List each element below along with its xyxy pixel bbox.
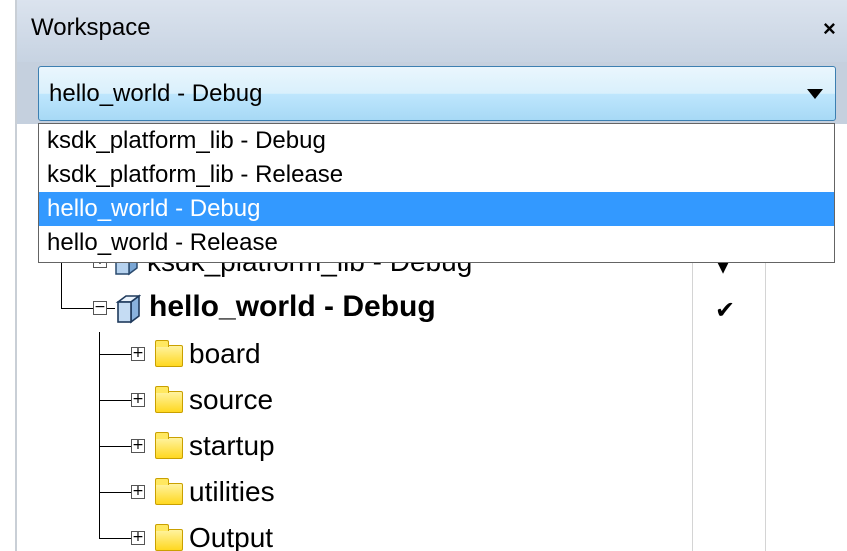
configuration-dropdown[interactable]: hello_world - Debug (38, 66, 836, 121)
tree-row-folder[interactable]: + board (17, 332, 847, 378)
tree-connector (99, 332, 100, 378)
expand-icon[interactable]: + (131, 438, 145, 453)
tree-connector (61, 288, 62, 308)
tree-row-folder[interactable]: + source (17, 378, 847, 424)
dropdown-option[interactable]: hello_world - Release (39, 226, 834, 260)
tree-row-hello-world[interactable]: − hello_world - Debug ✔ (17, 288, 847, 336)
folder-icon (155, 340, 183, 367)
tree-connector (99, 492, 131, 493)
chevron-down-icon[interactable] (807, 89, 823, 99)
folder-label: startup (189, 430, 275, 461)
active-check: ✔ (715, 297, 736, 324)
tree-row-folder[interactable]: + startup (17, 424, 847, 470)
tree-connector (99, 446, 131, 447)
dropdown-option[interactable]: ksdk_platform_lib - Debug (39, 124, 834, 158)
tree-connector (61, 308, 93, 309)
expand-icon[interactable]: + (131, 392, 145, 407)
tree-connector (99, 354, 131, 355)
tree-row-folder[interactable]: + Output (17, 516, 847, 551)
close-button[interactable]: × (823, 16, 836, 42)
folder-label: board (189, 338, 261, 369)
workspace-titlebar: Workspace × (17, 0, 847, 63)
panel-title: Workspace (31, 14, 151, 41)
tree-connector (99, 516, 100, 539)
folder-label: utilities (189, 476, 275, 507)
configuration-selected: hello_world - Debug (49, 80, 263, 107)
tree-connector (107, 308, 115, 309)
project-icon (115, 294, 141, 324)
folder-icon (155, 386, 183, 413)
project-label: hello_world - Debug (149, 290, 436, 323)
folder-label: Output (189, 522, 274, 551)
expand-icon[interactable]: + (131, 484, 145, 499)
folder-icon (155, 432, 183, 459)
tree-row-folder[interactable]: + utilities (17, 470, 847, 516)
folder-label: source (189, 384, 274, 415)
tree-connector (99, 538, 131, 539)
dropdown-option-selected[interactable]: hello_world - Debug (39, 192, 834, 226)
tree-connector (99, 424, 100, 470)
expand-icon[interactable]: + (131, 346, 145, 361)
expand-icon[interactable]: + (131, 530, 145, 545)
tree-connector (99, 378, 100, 424)
configuration-dropdown-list: ksdk_platform_lib - Debug ksdk_platform_… (38, 123, 835, 263)
folder-icon (155, 524, 183, 551)
dropdown-option[interactable]: ksdk_platform_lib - Release (39, 158, 834, 192)
tree-connector (99, 470, 100, 516)
collapse-icon[interactable]: − (93, 300, 107, 315)
tree-connector (99, 400, 131, 401)
folder-icon (155, 478, 183, 505)
